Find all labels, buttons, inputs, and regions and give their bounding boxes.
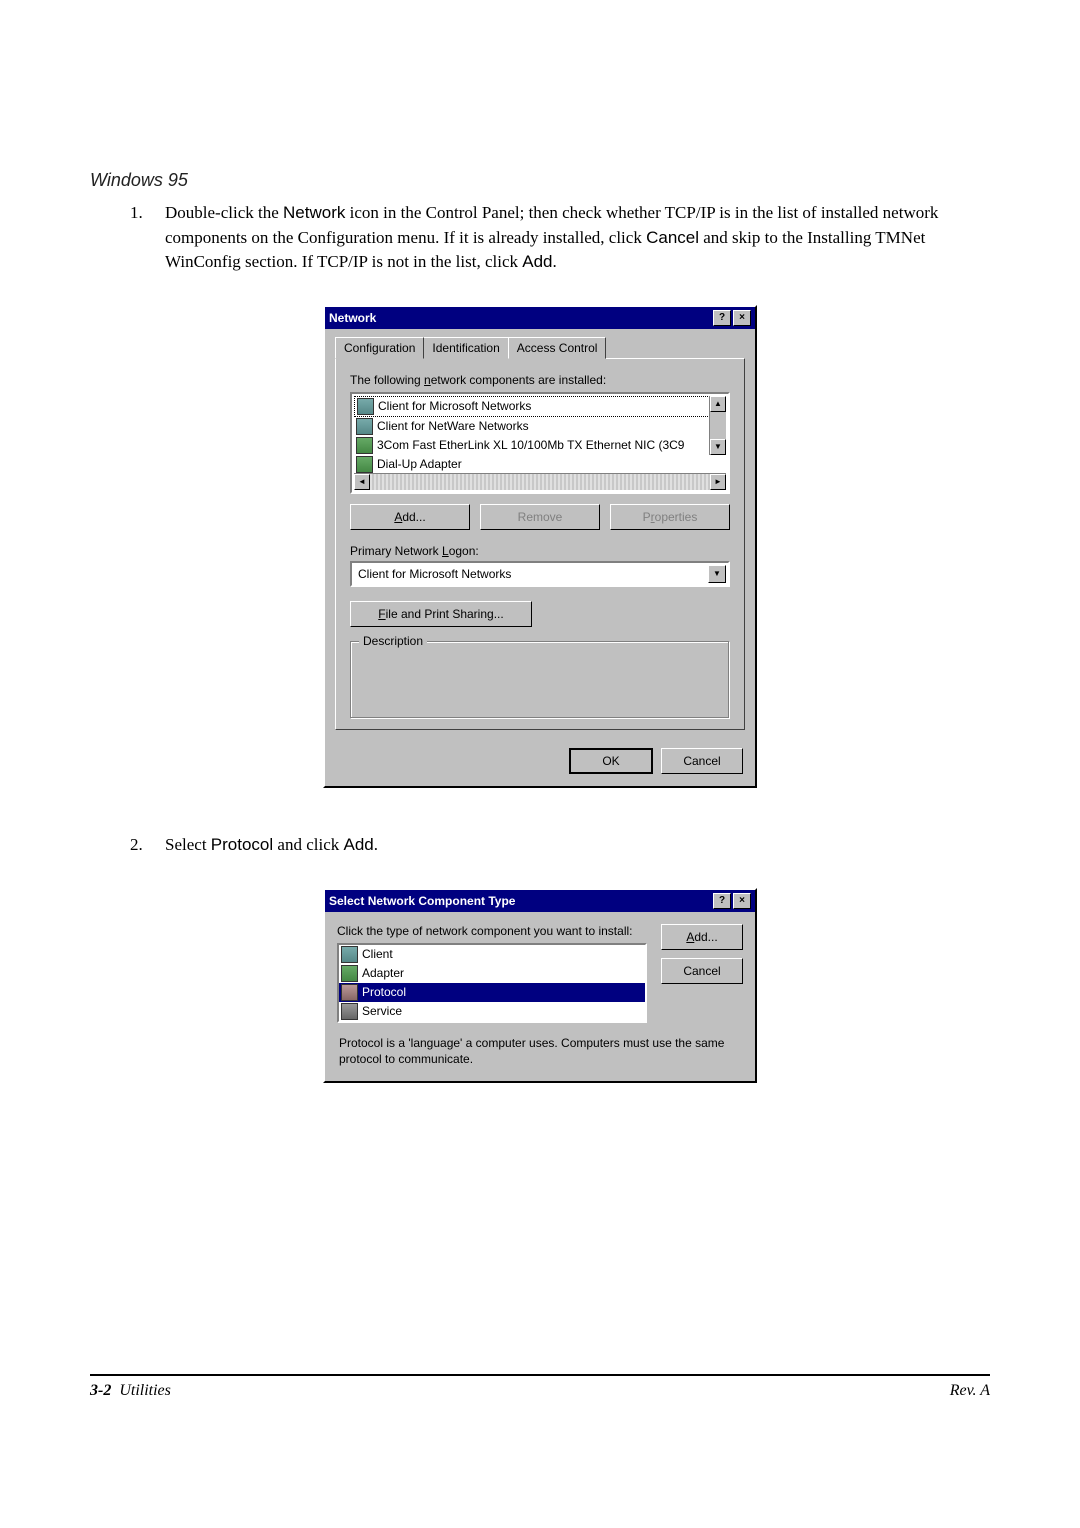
component-description: Protocol is a 'language' a computer uses…: [325, 1035, 755, 1081]
chevron-down-icon[interactable]: ▼: [708, 565, 726, 583]
titlebar[interactable]: Network ? ×: [325, 307, 755, 329]
list-item-label: Client for NetWare Networks: [377, 419, 529, 433]
client-icon: [356, 418, 373, 435]
properties-button[interactable]: Properties: [610, 504, 730, 530]
ui-term: Protocol: [211, 835, 273, 854]
list-item-label: Client for Microsoft Networks: [378, 399, 531, 413]
ui-term: Cancel: [646, 228, 699, 247]
step-text: Double-click the Network icon in the Con…: [165, 201, 990, 275]
scroll-track[interactable]: [370, 474, 710, 490]
list-item-label: Protocol: [362, 985, 406, 999]
dialog-title: Select Network Component Type: [329, 894, 515, 908]
help-icon[interactable]: ?: [713, 893, 731, 909]
list-item[interactable]: Adapter: [339, 964, 645, 983]
adapter-icon: [356, 456, 373, 473]
components-label: The following network components are ins…: [350, 373, 730, 387]
vertical-scrollbar[interactable]: ▲ ▼: [709, 396, 726, 455]
file-print-sharing-button[interactable]: File and Print Sharing...: [350, 601, 532, 627]
ui-term: Add: [522, 252, 552, 271]
revision: Rev. A: [950, 1382, 990, 1400]
list-item-label: 3Com Fast EtherLink XL 10/100Mb TX Ether…: [377, 438, 684, 452]
tab-row: Configuration Identification Access Cont…: [325, 329, 755, 359]
footer-section: Utilities: [119, 1382, 171, 1399]
cancel-button[interactable]: Cancel: [661, 748, 743, 774]
protocol-icon: [341, 984, 358, 1001]
service-icon: [341, 1003, 358, 1020]
text: .: [374, 835, 378, 854]
tab-configuration[interactable]: Configuration: [335, 337, 424, 359]
logon-label: Primary Network Logon:: [350, 544, 730, 558]
component-intro: Click the type of network component you …: [337, 924, 647, 938]
step-number: 2.: [130, 833, 165, 858]
list-item[interactable]: Client for NetWare Networks: [354, 417, 726, 436]
step-number: 1.: [130, 201, 165, 275]
logon-dropdown[interactable]: Client for Microsoft Networks ▼: [350, 561, 730, 587]
add-button[interactable]: Add...: [661, 924, 743, 950]
text: Double-click the: [165, 203, 283, 222]
list-item-label: Service: [362, 1004, 402, 1018]
list-item-label: Dial-Up Adapter: [377, 457, 462, 471]
scroll-right-icon[interactable]: ►: [710, 474, 726, 490]
tab-access-control[interactable]: Access Control: [508, 337, 607, 359]
tab-identification[interactable]: Identification: [423, 337, 508, 359]
client-icon: [341, 946, 358, 963]
close-icon[interactable]: ×: [733, 893, 751, 909]
close-icon[interactable]: ×: [733, 310, 751, 326]
horizontal-scrollbar[interactable]: ◄ ►: [354, 473, 726, 490]
text: .: [553, 252, 557, 271]
list-item[interactable]: Client: [339, 945, 645, 964]
text: Select: [165, 835, 211, 854]
description-group: Description: [350, 641, 730, 719]
tab-panel: The following network components are ins…: [335, 358, 745, 730]
select-component-dialog: Select Network Component Type ? × Click …: [323, 888, 757, 1083]
dialog-title: Network: [329, 311, 376, 325]
list-item-label: Client: [362, 947, 393, 961]
client-icon: [357, 398, 374, 415]
step-text: Select Protocol and click Add.: [165, 833, 990, 858]
ui-term: Network: [283, 203, 345, 222]
list-item[interactable]: 3Com Fast EtherLink XL 10/100Mb TX Ether…: [354, 436, 726, 455]
network-dialog: Network ? × Configuration Identification…: [323, 305, 757, 788]
adapter-icon: [341, 965, 358, 982]
list-item[interactable]: Dial-Up Adapter: [354, 455, 726, 473]
list-item-label: Adapter: [362, 966, 404, 980]
list-item[interactable]: Service: [339, 1002, 645, 1021]
list-item[interactable]: Client for Microsoft Networks: [354, 396, 726, 417]
text: and click: [273, 835, 343, 854]
page-footer: 3-2 Utilities Rev. A: [90, 1374, 990, 1400]
titlebar[interactable]: Select Network Component Type ? ×: [325, 890, 755, 912]
scroll-down-icon[interactable]: ▼: [710, 439, 726, 455]
component-listbox[interactable]: Client Adapter Protocol Service: [337, 943, 647, 1023]
group-title: Description: [359, 634, 427, 648]
logon-value: Client for Microsoft Networks: [358, 567, 511, 581]
page-number: 3-2: [90, 1382, 111, 1399]
components-listbox[interactable]: Client for Microsoft Networks Client for…: [350, 392, 730, 494]
step-1: 1. Double-click the Network icon in the …: [130, 201, 990, 275]
section-heading: Windows 95: [90, 170, 990, 191]
cancel-button[interactable]: Cancel: [661, 958, 743, 984]
adapter-icon: [356, 437, 373, 454]
scroll-up-icon[interactable]: ▲: [710, 396, 726, 412]
scroll-left-icon[interactable]: ◄: [354, 474, 370, 490]
help-icon[interactable]: ?: [713, 310, 731, 326]
list-item[interactable]: Protocol: [339, 983, 645, 1002]
ok-button[interactable]: OK: [569, 748, 653, 774]
remove-button[interactable]: Remove: [480, 504, 600, 530]
step-2: 2. Select Protocol and click Add.: [130, 833, 990, 858]
ui-term: Add: [344, 835, 374, 854]
add-button[interactable]: Add...: [350, 504, 470, 530]
